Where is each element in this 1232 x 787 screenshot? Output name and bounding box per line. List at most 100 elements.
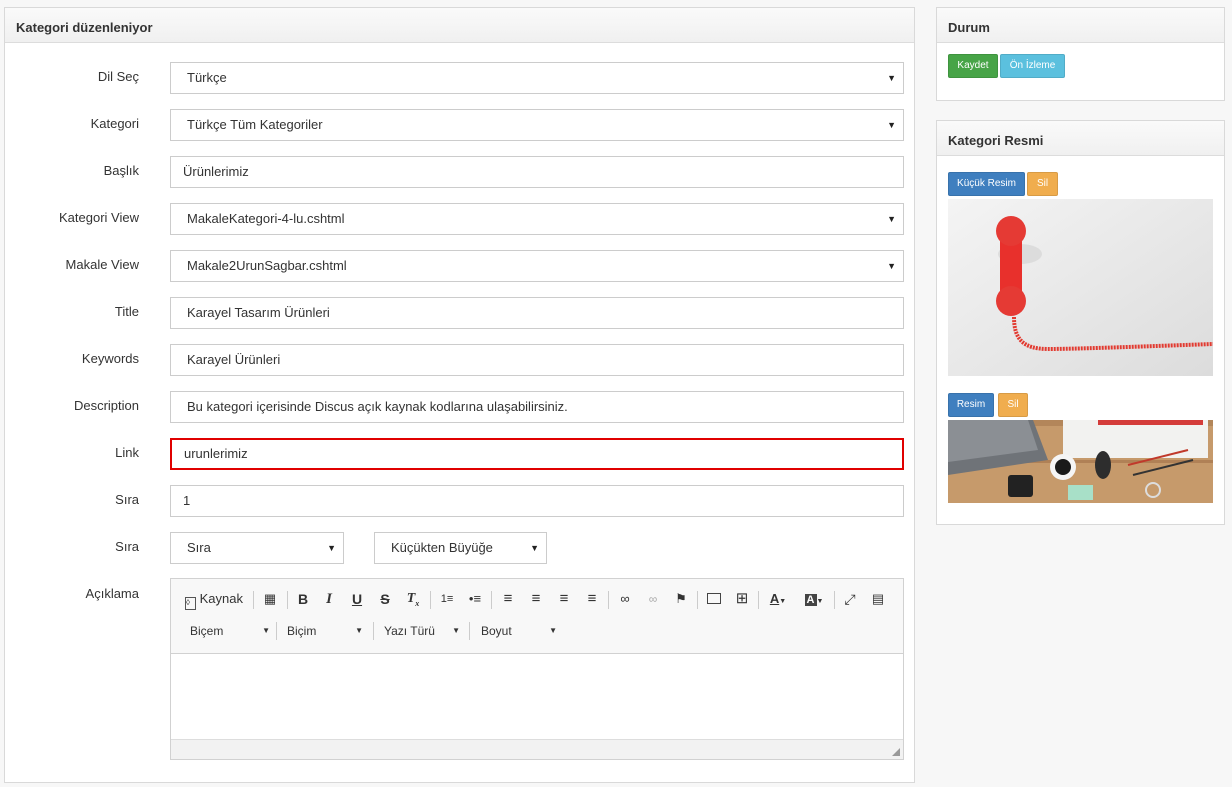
format-combo-label: Biçim — [287, 624, 317, 638]
italic-icon[interactable]: I — [318, 588, 340, 610]
style-combo-label: Biçem — [190, 624, 224, 638]
category-view-select[interactable]: MakaleKategori-4-lu.cshtml — [170, 203, 904, 235]
label-link: Link — [115, 445, 139, 460]
telephone-image — [948, 199, 1213, 376]
font-combo[interactable]: Yazı Türü ▼ — [384, 619, 460, 643]
label-language: Dil Seç — [97, 69, 139, 84]
row-description: Description Bu kategori içerisinde Discu… — [5, 391, 914, 423]
label-aciklama: Açıklama — [85, 586, 139, 601]
category-image-panel: Kategori Resmi Küçük Resim Sil Resim Sil — [936, 120, 1225, 525]
anchor-flag-icon[interactable]: ⚑ — [670, 588, 692, 610]
resize-handle-icon[interactable] — [892, 748, 900, 756]
category-select[interactable]: Türkçe Tüm Kategoriler — [170, 109, 904, 141]
unlink-icon[interactable]: ∞ — [642, 588, 664, 610]
toolbar-separator — [834, 591, 835, 609]
language-select[interactable]: Türkçe — [170, 62, 904, 94]
chevron-down-icon: ▼ — [262, 626, 270, 635]
toolbar-separator — [608, 591, 609, 609]
description-input[interactable]: Bu kategori içerisinde Discus açık kayna… — [170, 391, 904, 423]
align-right-icon[interactable]: ≡ — [553, 588, 575, 610]
bold-icon[interactable]: B — [292, 588, 314, 610]
align-center-icon[interactable]: ≡ — [525, 588, 547, 610]
chevron-down-icon: ▼ — [452, 626, 460, 635]
large-image-preview — [948, 420, 1213, 503]
title-input[interactable]: Karayel Tasarım Ürünleri — [170, 297, 904, 329]
row-heading: Başlık Ürünlerimiz — [5, 156, 914, 188]
preview-button[interactable]: Ön İzleme — [1000, 54, 1065, 78]
strikethrough-icon[interactable]: S — [374, 588, 396, 610]
maximize-icon[interactable]: ⤢ — [839, 588, 861, 610]
templates-icon[interactable]: ▦ — [259, 588, 281, 610]
align-left-icon[interactable]: ≡ — [497, 588, 519, 610]
row-order: Sıra 1 — [5, 485, 914, 517]
text-color-icon[interactable]: A▼ — [764, 588, 792, 610]
rich-text-editor: ◊ Kaynak ▦ B I U S Tx 1≡ •≡ ≡ ≡ ≡ ≡ ∞ ∞ … — [170, 578, 904, 760]
editor-toolbar: ◊ Kaynak ▦ B I U S Tx 1≡ •≡ ≡ ≡ ≡ ≡ ∞ ∞ … — [171, 579, 903, 654]
label-order-by: Sıra — [115, 539, 139, 554]
row-category-view: Kategori View MakaleKategori-4-lu.cshtml — [5, 203, 914, 235]
heading-input[interactable]: Ürünlerimiz — [170, 156, 904, 188]
source-icon: ◊ — [185, 597, 196, 610]
row-language: Dil Seç Türkçe — [5, 62, 914, 94]
desk-image — [948, 420, 1213, 503]
label-article-view: Makale View — [65, 257, 139, 272]
save-button[interactable]: Kaydet — [948, 54, 998, 78]
delete-large-image-button[interactable]: Sil — [998, 393, 1028, 417]
order-direction-select[interactable]: Küçükten Büyüğe — [374, 532, 547, 564]
category-edit-panel: Kategori düzenleniyor Dil Seç Türkçe Kat… — [4, 7, 915, 783]
delete-small-image-button[interactable]: Sil — [1027, 172, 1058, 196]
row-category: Kategori Türkçe Tüm Kategoriler — [5, 109, 914, 141]
toolbar-separator — [373, 622, 374, 640]
keywords-input[interactable]: Karayel Ürünleri — [170, 344, 904, 376]
editor-content-area[interactable] — [171, 655, 903, 739]
label-order: Sıra — [115, 492, 139, 507]
table-icon[interactable]: ⊞ — [731, 588, 753, 610]
row-order-by: Sıra Sıra Küçükten Büyüğe — [5, 532, 914, 564]
toolbar-separator — [430, 591, 431, 609]
label-title: Title — [114, 304, 139, 319]
chevron-down-icon: ▼ — [355, 626, 363, 635]
status-panel: Durum Kaydet Ön İzleme — [936, 7, 1225, 101]
style-combo[interactable]: Biçem ▼ — [190, 619, 270, 643]
status-panel-title: Durum — [937, 8, 1224, 43]
row-article-view: Makale View Makale2UrunSagbar.cshtml — [5, 250, 914, 282]
image-icon[interactable] — [703, 588, 725, 610]
justify-icon[interactable]: ≡ — [581, 588, 603, 610]
size-combo-label: Boyut — [481, 624, 512, 638]
label-category: Kategori — [90, 116, 139, 131]
toolbar-separator — [287, 591, 288, 609]
row-keywords: Keywords Karayel Ürünleri — [5, 344, 914, 376]
toolbar-separator — [758, 591, 759, 609]
source-label: Kaynak — [199, 591, 243, 606]
show-blocks-icon[interactable]: ▤ — [867, 588, 889, 610]
toolbar-separator — [469, 622, 470, 640]
row-title: Title Karayel Tasarım Ürünleri — [5, 297, 914, 329]
toolbar-separator — [697, 591, 698, 609]
small-image-button[interactable]: Küçük Resim — [948, 172, 1025, 196]
chevron-down-icon: ▼ — [549, 626, 557, 635]
toolbar-separator — [253, 591, 254, 609]
label-heading: Başlık — [103, 163, 139, 178]
small-image-preview — [948, 199, 1213, 376]
size-combo[interactable]: Boyut ▼ — [481, 619, 557, 643]
remove-format-icon[interactable]: Tx — [402, 588, 424, 610]
label-keywords: Keywords — [81, 351, 139, 366]
order-by-select[interactable]: Sıra — [170, 532, 344, 564]
order-input[interactable]: 1 — [170, 485, 904, 517]
editor-footer — [171, 739, 903, 759]
font-combo-label: Yazı Türü — [384, 624, 435, 638]
article-view-select[interactable]: Makale2UrunSagbar.cshtml — [170, 250, 904, 282]
panel-title: Kategori düzenleniyor — [5, 8, 914, 43]
underline-icon[interactable]: U — [346, 588, 368, 610]
label-category-view: Kategori View — [59, 210, 139, 225]
numbered-list-icon[interactable]: 1≡ — [436, 588, 458, 610]
background-color-icon[interactable]: A ▼ — [799, 588, 829, 610]
large-image-button[interactable]: Resim — [948, 393, 994, 417]
format-combo[interactable]: Biçim ▼ — [287, 619, 363, 643]
link-icon[interactable]: ∞ — [614, 588, 636, 610]
image-panel-title: Kategori Resmi — [937, 121, 1224, 156]
link-input[interactable]: urunlerimiz — [170, 438, 904, 470]
source-button[interactable]: ◊ Kaynak — [185, 588, 247, 610]
toolbar-separator — [491, 591, 492, 609]
bulleted-list-icon[interactable]: •≡ — [464, 588, 486, 610]
